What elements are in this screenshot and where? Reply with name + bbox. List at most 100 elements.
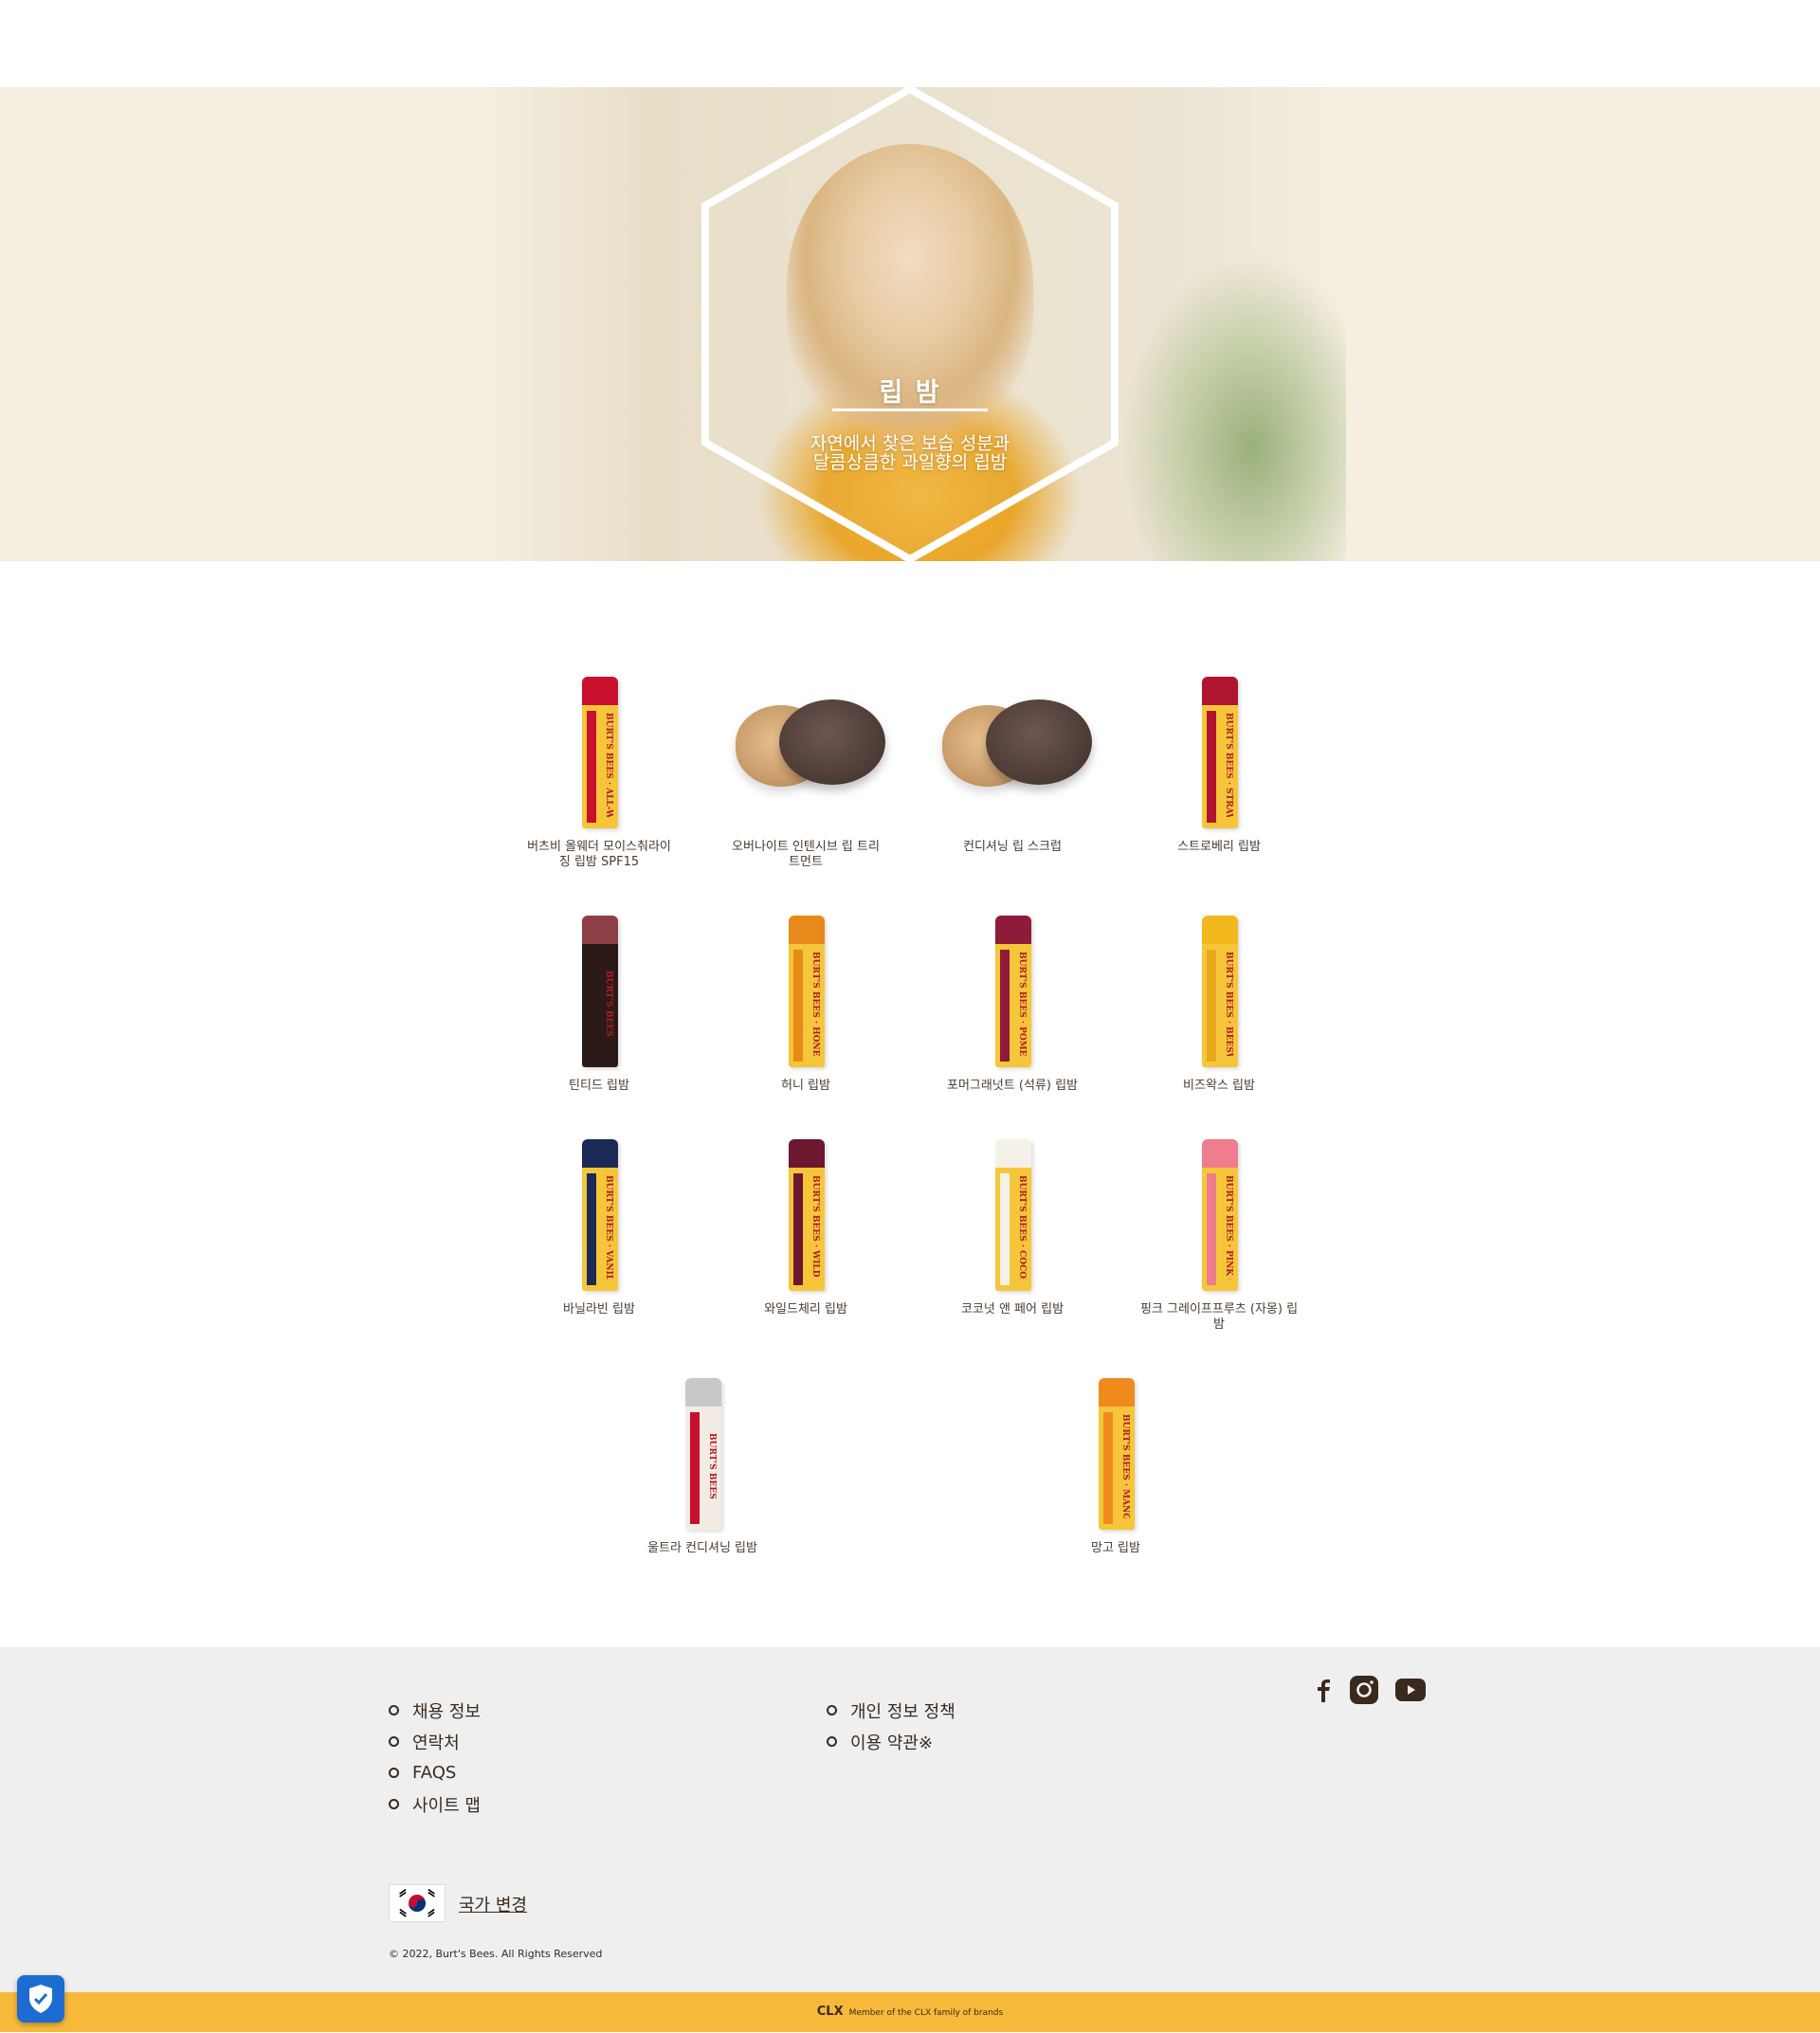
tube-cap <box>1202 916 1238 944</box>
footer: 채용 정보 연락처 FAQS 사이트 맵 개인 정보 정책 이용 약관※ 국가 … <box>0 1647 1820 1992</box>
product-card[interactable]: BURT'S BEES · POMEGRANATE 포머그래넛트 (석류) 립밤 <box>927 916 1098 1094</box>
product-image[interactable]: BURT'S BEES · POMEGRANATE <box>927 916 1098 1073</box>
tube-stripe <box>1000 950 1010 1062</box>
product-name[interactable]: 망고 립밤 <box>1030 1541 1201 1556</box>
footer-links-left: 채용 정보 연락처 FAQS 사이트 맵 <box>389 1695 481 1820</box>
lip-balm-tube-image: BURT'S BEES · PINK GRAPEFRUIT <box>1202 1139 1238 1291</box>
product-name[interactable]: 버츠비 올웨더 모이스춰라이 징 립밤 SPF15 <box>514 840 684 870</box>
product-name[interactable]: 스트로베리 립밤 <box>1134 840 1304 855</box>
facebook-icon[interactable] <box>1314 1678 1333 1702</box>
product-name-line1: 망고 립밤 <box>1091 1541 1140 1555</box>
product-name-line1: 핑크 그레이프프루츠 (자몽) 립 <box>1139 1302 1299 1316</box>
product-name[interactable]: 핑크 그레이프프루츠 (자몽) 립밤 <box>1134 1302 1304 1333</box>
footer-link-contact[interactable]: 연락처 <box>389 1726 481 1757</box>
tube-stripe <box>1207 1173 1216 1285</box>
product-card[interactable]: BURT'S BEES · STRAWBERRY 스트로베리 립밤 <box>1134 677 1304 855</box>
lip-balm-tube-image: BURT'S BEES · STRAWBERRY <box>1202 677 1238 828</box>
product-grid: BURT'S BEES · ALL-WEATHER 버츠비 올웨더 모이스춰라이 징… <box>0 561 1820 1647</box>
social-links <box>1314 1676 1426 1704</box>
product-card[interactable]: BURT'S BEES · PINK GRAPEFRUIT 핑크 그레이프프루츠 … <box>1134 1139 1304 1333</box>
hero-subtitle: 자연에서 찾은 보습 성분과 달콤상큼한 과일향의 립밤 <box>0 434 1820 472</box>
privacy-shield-button[interactable] <box>17 1975 64 2023</box>
footer-link-faqs[interactable]: FAQS <box>389 1757 481 1788</box>
product-name[interactable]: 와일드체리 립밤 <box>720 1302 891 1317</box>
product-image[interactable]: BURT'S BEES · PINK GRAPEFRUIT <box>1134 1139 1304 1297</box>
instagram-icon[interactable] <box>1350 1676 1378 1704</box>
footer-link-sitemap[interactable]: 사이트 맵 <box>389 1788 481 1820</box>
tube-cap <box>1202 677 1238 705</box>
product-image[interactable]: BURT'S BEES <box>514 916 684 1073</box>
lip-balm-tube-image: BURT'S BEES <box>582 916 618 1067</box>
product-card[interactable]: BURT'S BEES · BEESWAX 비즈왁스 립밤 <box>1134 916 1304 1094</box>
tube-stripe <box>587 711 596 823</box>
product-name-line2: 징 립밤 SPF15 <box>558 855 640 869</box>
product-name[interactable]: 코코넛 앤 페어 립밤 <box>927 1302 1098 1317</box>
lip-balm-tube-image: BURT'S BEES · POMEGRANATE <box>995 916 1031 1067</box>
product-card[interactable]: 오버나이트 인텐시브 립 트리 트먼트 <box>720 677 891 870</box>
product-name[interactable]: 포머그래넛트 (석류) 립밤 <box>927 1079 1098 1094</box>
product-name-line1: 비즈왁스 립밤 <box>1183 1079 1255 1093</box>
country-change-link[interactable]: 국가 변경 <box>459 1892 527 1916</box>
product-name[interactable]: 틴티드 립밤 <box>514 1079 684 1094</box>
jar-lid <box>986 699 1092 785</box>
product-name-line1: 울트라 컨디셔닝 립밤 <box>647 1541 757 1555</box>
product-card[interactable]: BURT'S BEES · COCONUT & PEAR 코코넛 앤 페어 립밤 <box>927 1139 1098 1317</box>
product-image[interactable]: BURT'S BEES · COCONUT & PEAR <box>927 1139 1098 1297</box>
footer-link-careers[interactable]: 채용 정보 <box>389 1695 481 1726</box>
product-image[interactable]: BURT'S BEES · VANILLA BEAN <box>514 1139 684 1297</box>
product-name-line1: 포머그래넛트 (석류) 립밤 <box>946 1079 1078 1093</box>
top-spacer <box>0 0 1820 87</box>
product-image[interactable]: BURT'S BEES · BEESWAX <box>1134 916 1304 1073</box>
product-name-line2: 밤 <box>1213 1317 1225 1332</box>
product-card[interactable]: BURT'S BEES 울트라 컨디셔닝 립밤 <box>617 1378 788 1556</box>
lip-jar-image <box>736 692 887 796</box>
product-name-line1: 스트로베리 립밤 <box>1177 840 1261 854</box>
product-image[interactable]: BURT'S BEES · WILD CHERRY <box>720 1139 891 1297</box>
tube-stripe <box>793 950 803 1062</box>
tube-label: BURT'S BEES · HONEY <box>810 952 820 1056</box>
tube-cap <box>995 916 1031 944</box>
product-card[interactable]: BURT'S BEES · HONEY 허니 립밤 <box>720 916 891 1094</box>
tube-cap <box>789 916 825 944</box>
product-image[interactable] <box>927 677 1098 834</box>
clx-logo[interactable]: CLX <box>817 2005 844 2019</box>
hero-title: 립 밤 <box>879 378 941 408</box>
product-name-line1: 오버나이트 인텐시브 립 트리 <box>732 840 880 854</box>
lip-balm-tube-image: BURT'S BEES · COCONUT & PEAR <box>995 1139 1031 1291</box>
product-name[interactable]: 비즈왁스 립밤 <box>1134 1079 1304 1094</box>
product-name[interactable]: 울트라 컨디셔닝 립밤 <box>617 1541 788 1556</box>
tube-cap <box>995 1139 1031 1168</box>
product-image[interactable] <box>720 677 891 834</box>
tube-stripe <box>1207 950 1216 1062</box>
product-image[interactable]: BURT'S BEES · STRAWBERRY <box>1134 677 1304 834</box>
tube-cap <box>1202 1139 1238 1168</box>
product-name-line1: 와일드체리 립밤 <box>764 1302 847 1316</box>
bullet-icon <box>389 1799 399 1809</box>
tube-stripe <box>587 950 596 1062</box>
product-image[interactable]: BURT'S BEES <box>617 1378 788 1535</box>
product-image[interactable]: BURT'S BEES · HONEY <box>720 916 891 1073</box>
product-image[interactable]: BURT'S BEES · MANGO <box>1030 1378 1201 1535</box>
footer-link-privacy[interactable]: 개인 정보 정책 <box>827 1695 956 1726</box>
product-card[interactable]: BURT'S BEES · MANGO 망고 립밤 <box>1030 1378 1201 1556</box>
product-card[interactable]: BURT'S BEES · VANILLA BEAN 바닐라빈 립밤 <box>514 1139 684 1317</box>
youtube-icon[interactable] <box>1395 1679 1426 1701</box>
product-name-line1: 바닐라빈 립밤 <box>563 1302 635 1316</box>
product-name[interactable]: 컨디셔닝 립 스크럽 <box>927 840 1098 855</box>
lip-balm-tube-image: BURT'S BEES · BEESWAX <box>1202 916 1238 1067</box>
product-card[interactable]: BURT'S BEES · ALL-WEATHER 버츠비 올웨더 모이스춰라이 징… <box>514 677 684 870</box>
footer-link-terms[interactable]: 이용 약관※ <box>827 1726 956 1757</box>
tube-label: BURT'S BEES · MANGO <box>1120 1414 1130 1518</box>
tube-label: BURT'S BEES · WILD CHERRY <box>810 1175 820 1280</box>
korea-flag-icon[interactable] <box>389 1884 446 1922</box>
jar-lid <box>779 699 885 785</box>
lip-balm-tube-image: BURT'S BEES · WILD CHERRY <box>789 1139 825 1291</box>
product-name[interactable]: 오버나이트 인텐시브 립 트리 트먼트 <box>720 840 891 870</box>
product-card[interactable]: BURT'S BEES · WILD CHERRY 와일드체리 립밤 <box>720 1139 891 1317</box>
product-name[interactable]: 바닐라빈 립밤 <box>514 1302 684 1317</box>
product-card[interactable]: BURT'S BEES 틴티드 립밤 <box>514 916 684 1094</box>
product-name[interactable]: 허니 립밤 <box>720 1079 891 1094</box>
product-image[interactable]: BURT'S BEES · ALL-WEATHER <box>514 677 684 834</box>
product-card[interactable]: 컨디셔닝 립 스크럽 <box>927 677 1098 855</box>
product-name-line1: 허니 립밤 <box>781 1079 830 1093</box>
